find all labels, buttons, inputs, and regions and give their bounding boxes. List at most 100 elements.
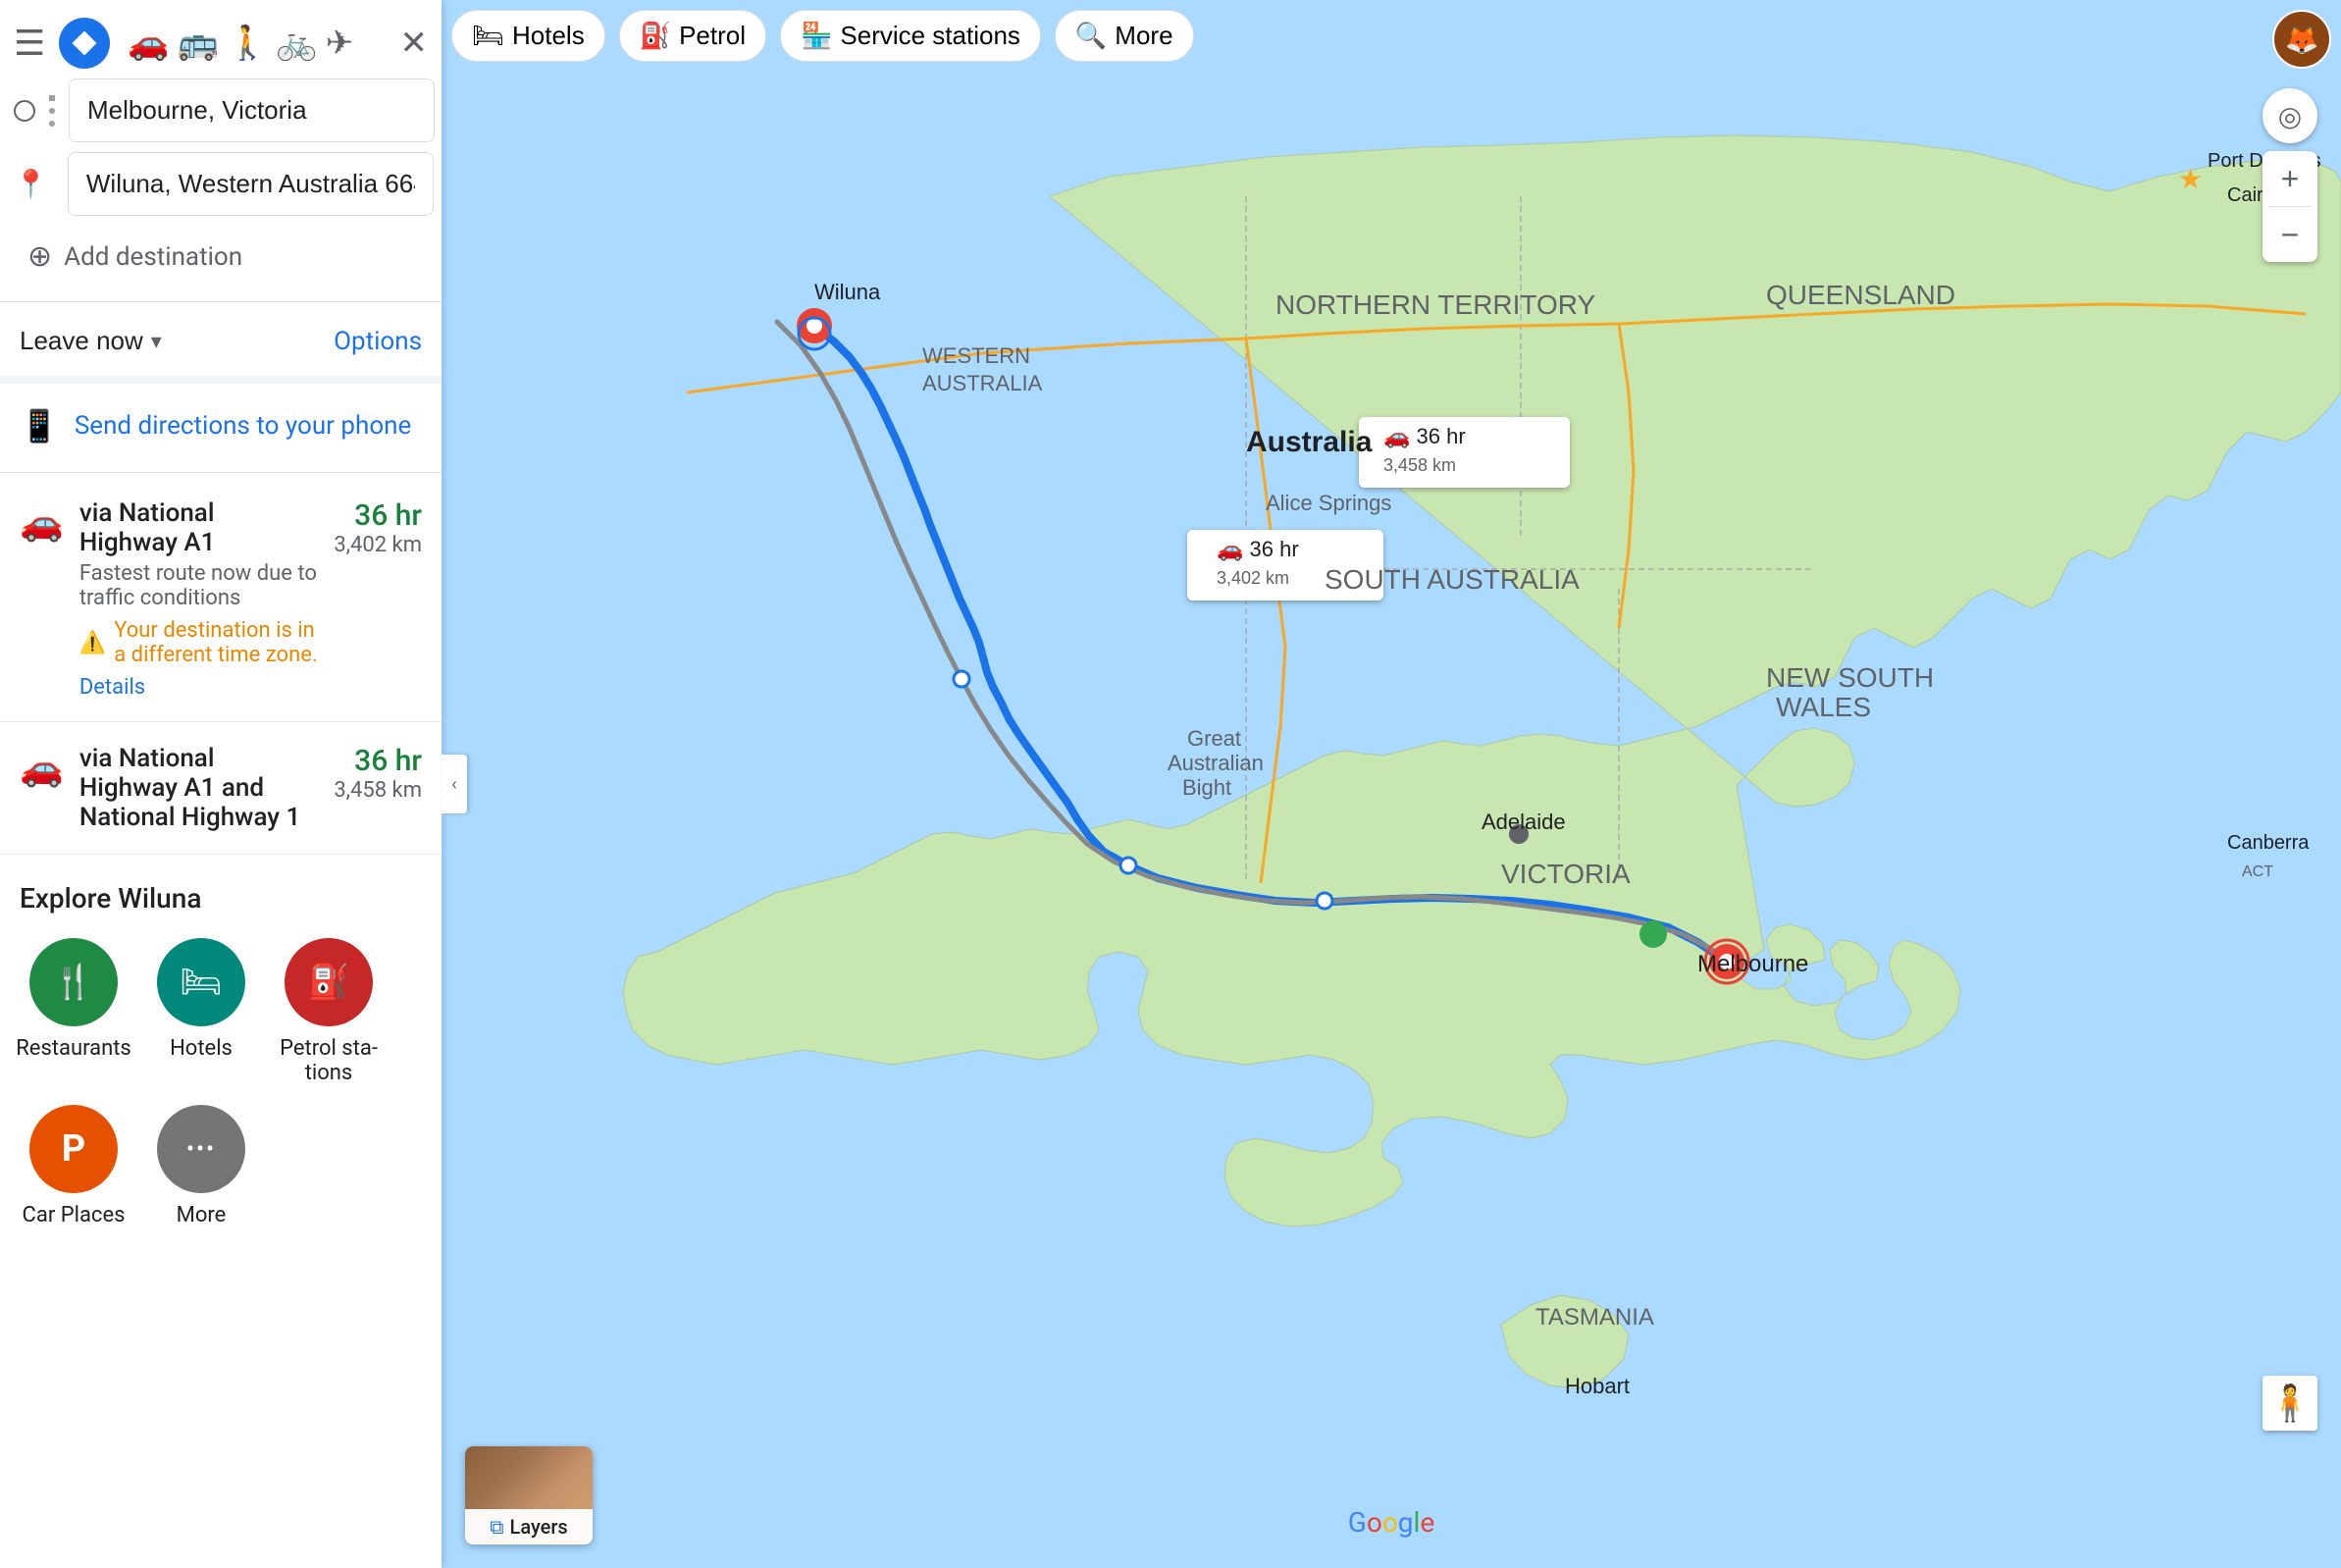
more-label: More bbox=[177, 1203, 227, 1228]
explore-hotels[interactable]: 🛏 Hotels bbox=[147, 938, 255, 1085]
svg-text:QUEENSLAND: QUEENSLAND bbox=[1766, 280, 1955, 310]
google-o2: o bbox=[1382, 1506, 1398, 1539]
pegman-button[interactable]: 🧍 bbox=[2263, 1376, 2317, 1431]
close-icon[interactable]: ✕ bbox=[400, 24, 429, 63]
explore-more[interactable]: ••• More bbox=[147, 1105, 255, 1228]
svg-text:AUSTRALIA: AUSTRALIA bbox=[922, 371, 1043, 395]
mode-flight-icon[interactable]: ✈ bbox=[326, 24, 354, 63]
svg-text:NEW SOUTH: NEW SOUTH bbox=[1766, 662, 1934, 693]
route-option-2[interactable]: 🚗 via National Highway A1 and National H… bbox=[0, 722, 442, 855]
zoom-out-button[interactable]: − bbox=[2263, 207, 2317, 262]
route-2-info: via National Highway A1 and National Hig… bbox=[79, 744, 318, 832]
add-destination-label: Add destination bbox=[64, 242, 242, 272]
petrol-label: Petrol sta­tions bbox=[275, 1036, 383, 1085]
svg-text:SOUTH AUSTRALIA: SOUTH AUSTRALIA bbox=[1325, 564, 1580, 595]
google-l: l bbox=[1414, 1506, 1421, 1539]
filter-service-stations-button[interactable]: 🏪 Service stations bbox=[780, 10, 1041, 62]
svg-text:3,402 km: 3,402 km bbox=[1217, 568, 1289, 588]
svg-text:NORTHERN TERRITORY: NORTHERN TERRITORY bbox=[1275, 289, 1596, 320]
google-g: G bbox=[1348, 1506, 1367, 1539]
warning-icon: ⚠️ bbox=[79, 631, 106, 655]
layers-button[interactable]: ⧉ Layers bbox=[465, 1446, 593, 1544]
svg-text:Ade­laide: Ade­laide bbox=[1482, 810, 1566, 834]
destination-input[interactable] bbox=[68, 152, 434, 216]
send-directions-row[interactable]: 📱 Send directions to your phone bbox=[0, 384, 442, 468]
route-1-time-block: 36 hr 3,402 km bbox=[334, 498, 422, 557]
layers-thumbnail: ⧉ Layers bbox=[465, 1446, 593, 1544]
filter-petrol-button[interactable]: ⛽ Petrol bbox=[619, 10, 766, 62]
svg-text:Bight: Bight bbox=[1182, 775, 1231, 800]
transport-modes: 🚗 🚌 🚶 🚲 ✈ bbox=[128, 24, 353, 63]
route-1-warning: ⚠️ Your destination is in a different ti… bbox=[79, 618, 318, 667]
mode-walk-icon[interactable]: 🚶 bbox=[227, 24, 268, 63]
mode-car-icon[interactable]: 🚗 bbox=[128, 24, 169, 63]
explore-section: Explore Wiluna 🍴 Restaurants 🛏 Hotels ⛽ … bbox=[0, 855, 442, 1255]
svg-text:★: ★ bbox=[2178, 164, 2203, 194]
svg-text:VICTORIA: VICTORIA bbox=[1501, 859, 1631, 889]
explore-icons: 🍴 Restaurants 🛏 Hotels ⛽ Petrol sta­tion… bbox=[20, 938, 422, 1228]
route-1-title: via National Highway A1 bbox=[79, 498, 318, 557]
collapse-arrow-icon: ‹ bbox=[451, 774, 456, 795]
svg-text:Hobart: Hobart bbox=[1565, 1374, 1630, 1398]
leave-now-button[interactable]: Leave now ▾ bbox=[20, 326, 162, 356]
service-stations-filter-label: Service stations bbox=[840, 21, 1020, 51]
destination-pin-icon: 📍 bbox=[14, 168, 48, 200]
directions-logo bbox=[59, 18, 110, 69]
hotels-filter-label: Hotels bbox=[512, 21, 585, 51]
route-option-1[interactable]: 🚗 via National Highway A1 Fastest route … bbox=[0, 477, 442, 722]
leave-now-label: Leave now bbox=[20, 326, 143, 356]
origin-row: ⇅ bbox=[14, 78, 428, 142]
destination-row: 📍 bbox=[14, 152, 428, 216]
left-panel: ☰ 🚗 🚌 🚶 🚲 ✈ ✕ ⇅ 📍 bbox=[0, 0, 442, 1568]
svg-text:Great: Great bbox=[1187, 726, 1241, 751]
add-destination-icon: ⊕ bbox=[27, 239, 52, 274]
layers-label: Layers bbox=[510, 1515, 568, 1539]
car-places-icon: P bbox=[29, 1105, 118, 1193]
route-1-distance: 3,402 km bbox=[334, 533, 422, 557]
origin-input[interactable] bbox=[69, 78, 435, 142]
filter-hotels-button[interactable]: 🛏 Hotels bbox=[451, 10, 605, 62]
svg-text:🚗 36 hr: 🚗 36 hr bbox=[1383, 424, 1466, 448]
my-location-icon: ◎ bbox=[2278, 100, 2302, 132]
my-location-button[interactable]: ◎ bbox=[2263, 88, 2317, 143]
route-2-car-icon: 🚗 bbox=[20, 748, 64, 789]
collapse-panel-button[interactable]: ‹ bbox=[442, 755, 467, 813]
map-background[interactable]: 🚗 36 hr 3,402 km 🚗 36 hr 3,458 km Wiluna… bbox=[442, 0, 2341, 1568]
route-1-details-link[interactable]: Details bbox=[79, 675, 318, 700]
svg-text:TASMANIA: TASMANIA bbox=[1535, 1304, 1654, 1331]
more-filter-label: More bbox=[1115, 21, 1172, 51]
zoom-in-button[interactable]: + bbox=[2263, 151, 2317, 206]
options-link[interactable]: Options bbox=[334, 327, 422, 356]
route-2-time-block: 36 hr 3,458 km bbox=[334, 744, 422, 803]
service-stations-filter-icon: 🏪 bbox=[801, 21, 832, 51]
restaurants-icon: 🍴 bbox=[29, 938, 118, 1026]
route-1-warning-text: Your destination is in a different time … bbox=[114, 618, 318, 667]
add-destination-row[interactable]: ⊕ Add destination bbox=[14, 226, 428, 287]
hotels-icon: 🛏 bbox=[157, 938, 245, 1026]
explore-title: Explore Wiluna bbox=[20, 882, 422, 915]
mode-bike-icon[interactable]: 🚲 bbox=[276, 24, 317, 63]
svg-text:Wiluna: Wiluna bbox=[814, 280, 881, 304]
hamburger-icon[interactable]: ☰ bbox=[14, 23, 45, 64]
map-controls: ◎ + − bbox=[2263, 88, 2317, 262]
mode-transit-icon[interactable]: 🚌 bbox=[178, 24, 219, 63]
hotels-filter-icon: 🛏 bbox=[472, 21, 504, 51]
petrol-filter-icon: ⛽ bbox=[640, 21, 671, 51]
google-logo: Google bbox=[1348, 1506, 1434, 1539]
google-e: e bbox=[1420, 1506, 1434, 1539]
explore-restaurants[interactable]: 🍴 Restaurants bbox=[20, 938, 128, 1085]
google-o1: o bbox=[1367, 1506, 1382, 1539]
origin-dot-icon bbox=[14, 100, 35, 122]
route-2-title: via National Highway A1 and National Hig… bbox=[79, 744, 318, 832]
explore-petrol[interactable]: ⛽ Petrol sta­tions bbox=[275, 938, 383, 1085]
svg-text:Melbourne: Melbourne bbox=[1697, 951, 1808, 977]
user-avatar[interactable]: 🦊 bbox=[2272, 10, 2331, 69]
route-1-subtitle: Fastest route now due to traffic conditi… bbox=[79, 561, 318, 610]
leave-now-row: Leave now ▾ Options bbox=[0, 306, 442, 376]
explore-car-places[interactable]: P Car Places bbox=[20, 1105, 128, 1228]
pegman-icon: 🧍 bbox=[2268, 1383, 2313, 1424]
more-filter-search-icon: 🔍 bbox=[1075, 21, 1107, 51]
panel-header: ☰ 🚗 🚌 🚶 🚲 ✈ ✕ bbox=[0, 0, 442, 78]
filter-more-button[interactable]: 🔍 More bbox=[1055, 10, 1194, 62]
route-2-time: 36 hr bbox=[334, 744, 422, 778]
